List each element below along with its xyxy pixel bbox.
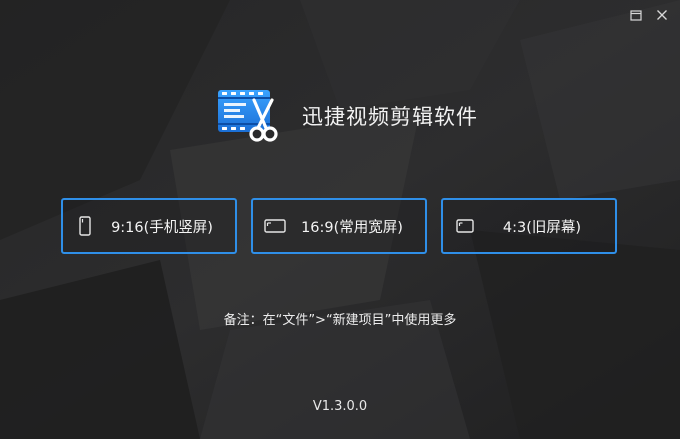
standard-screen-icon (453, 214, 477, 238)
restore-button[interactable] (626, 6, 646, 24)
close-button[interactable] (652, 6, 672, 24)
widescreen-icon (263, 214, 287, 238)
app-header: 迅捷视频剪辑软件 (216, 88, 478, 144)
window-controls (626, 6, 672, 24)
ratio-label: 9:16(手机竖屏) (111, 219, 213, 236)
close-icon (657, 10, 667, 20)
start-window: 迅捷视频剪辑软件 9:16(手机竖屏) 16:9(常用宽屏) 4:3(旧屏幕) … (0, 0, 680, 439)
app-title: 迅捷视频剪辑软件 (302, 105, 478, 129)
film-scissors-icon (218, 90, 278, 142)
ratio-label: 4:3(旧屏幕) (502, 219, 582, 236)
version-label: V1.3.0.0 (312, 399, 368, 414)
portrait-icon (73, 214, 97, 238)
hint-note: 备注：在“文件”>“新建项目”中使用更多 (223, 313, 457, 328)
ratio-label: 16:9(常用宽屏) (301, 219, 403, 236)
restore-icon (630, 10, 642, 21)
ratio-button-16-9[interactable]: 16:9(常用宽屏) (251, 198, 427, 254)
ratio-button-4-3[interactable]: 4:3(旧屏幕) (441, 198, 617, 254)
ratio-button-9-16[interactable]: 9:16(手机竖屏) (61, 198, 237, 254)
